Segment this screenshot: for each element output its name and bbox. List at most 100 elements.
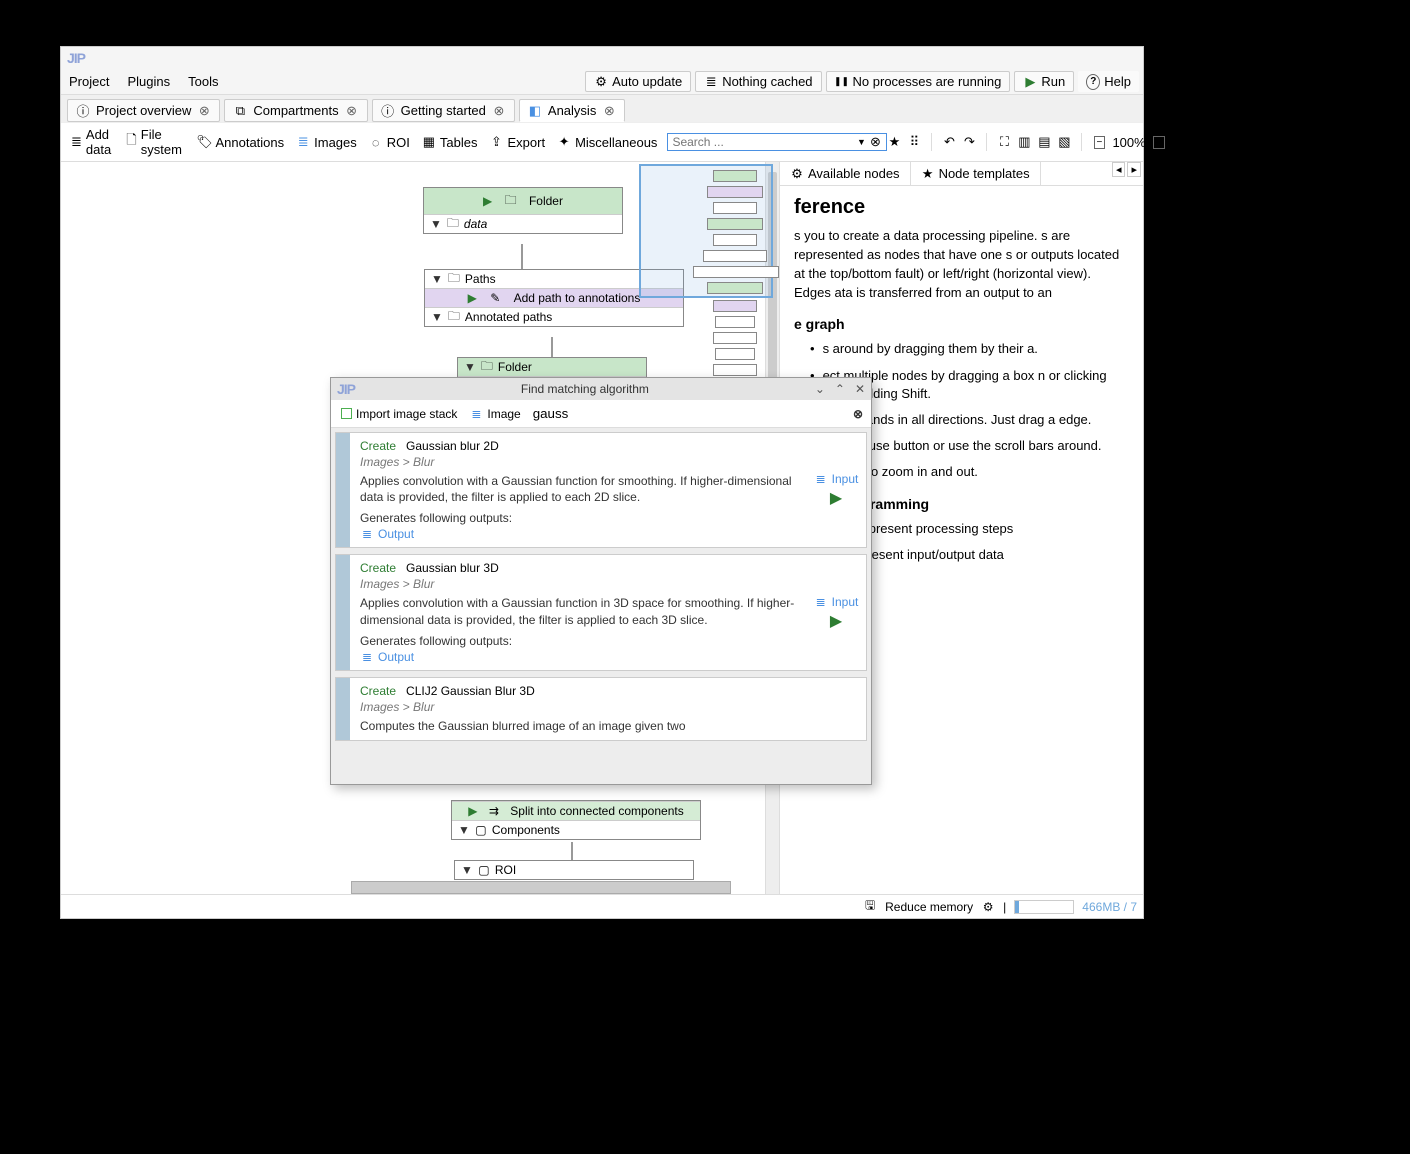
tab-node-templates[interactable]: Node templates <box>911 162 1041 185</box>
bookmark-icon[interactable] <box>887 135 901 149</box>
align-icon[interactable] <box>1057 135 1071 149</box>
zoom-out-icon[interactable] <box>1092 135 1106 149</box>
file-icon <box>126 135 136 149</box>
reduce-memory-button[interactable]: Reduce memory <box>885 900 973 914</box>
menu-project[interactable]: Project <box>67 72 111 91</box>
close-icon[interactable] <box>602 104 616 118</box>
toolbar: Add data File system Annotations Images … <box>61 122 1143 162</box>
chevron-down-icon[interactable] <box>854 135 868 149</box>
export-button[interactable]: Export <box>483 133 551 152</box>
components-icon <box>474 823 488 837</box>
menu-tools[interactable]: Tools <box>186 72 220 91</box>
menu-plugins[interactable]: Plugins <box>125 72 172 91</box>
gear-icon <box>790 167 804 181</box>
scrollbar-horizontal[interactable] <box>351 881 731 894</box>
close-icon[interactable] <box>197 104 211 118</box>
result-item[interactable]: CreateCLIJ2 Gaussian Blur 3D Images > Bl… <box>335 677 867 741</box>
info-icon <box>76 104 90 118</box>
tab-project-overview[interactable]: Project overview <box>67 99 220 122</box>
chevron-up-icon[interactable]: ⌃ <box>835 382 845 396</box>
misc-icon <box>557 135 571 149</box>
popup-title: Find matching algorithm <box>355 382 815 396</box>
search-input[interactable] <box>672 135 854 149</box>
help-button[interactable]: Help <box>1078 71 1139 92</box>
tab-analysis[interactable]: Analysis <box>519 99 625 122</box>
folder-icon <box>447 272 461 286</box>
popup-results[interactable]: CreateGaussian blur 2D Images > Blur App… <box>331 428 871 784</box>
zoom-in-icon[interactable] <box>1152 135 1166 149</box>
compartments-icon <box>233 104 247 118</box>
tag-icon <box>197 135 211 149</box>
insert-arrow-icon[interactable]: ▶ <box>830 611 842 631</box>
chip-image[interactable]: Image <box>465 406 524 422</box>
align-icon[interactable] <box>1017 135 1031 149</box>
titlebar: JIP <box>61 47 1143 69</box>
layers-icon <box>360 527 374 541</box>
folder-icon <box>480 360 494 374</box>
star-icon <box>921 167 935 181</box>
add-data-button[interactable]: Add data <box>65 125 120 159</box>
close-icon[interactable] <box>345 104 359 118</box>
layers-icon <box>814 472 828 486</box>
gear-icon[interactable] <box>981 900 995 914</box>
layers-icon <box>814 595 828 609</box>
info-icon <box>381 104 395 118</box>
analysis-icon <box>528 104 542 118</box>
popup-logo: JIP <box>337 381 355 397</box>
reference-text: s you to create a data processing pipeli… <box>794 227 1129 302</box>
popup-search-input[interactable] <box>529 404 847 423</box>
undo-icon[interactable] <box>942 135 956 149</box>
search-box[interactable] <box>667 133 887 151</box>
result-item[interactable]: CreateGaussian blur 2D Images > Blur App… <box>335 432 867 548</box>
chevron-down-icon[interactable]: ⌄ <box>815 382 825 396</box>
annotations-button[interactable]: Annotations <box>191 133 290 152</box>
graph-heading: e graph <box>794 316 1129 332</box>
reference-heading: ference <box>794 196 1129 219</box>
tables-button[interactable]: Tables <box>416 133 484 152</box>
cache-icon <box>704 75 718 89</box>
insert-arrow-icon[interactable]: ▶ <box>830 488 842 508</box>
tab-available-nodes[interactable]: Available nodes <box>780 162 911 185</box>
clear-icon[interactable] <box>868 135 882 149</box>
memory-text: 466MB / 7 <box>1082 900 1137 914</box>
tip-text: s around by dragging them by their a. <box>823 340 1038 358</box>
fit-icon[interactable] <box>997 135 1011 149</box>
find-algorithm-popup[interactable]: JIP Find matching algorithm ⌄ ⌃ ✕ Import… <box>330 377 872 785</box>
edit-icon <box>488 291 502 305</box>
roi-icon <box>477 863 491 877</box>
roi-button[interactable]: ROI <box>363 133 416 152</box>
tab-getting-started[interactable]: Getting started <box>372 99 515 122</box>
close-icon[interactable]: ✕ <box>855 382 865 396</box>
layers-icon <box>469 407 483 421</box>
nothing-cached-button[interactable]: Nothing cached <box>695 71 821 92</box>
auto-update-button[interactable]: Auto update <box>585 71 691 92</box>
miscellaneous-button[interactable]: Miscellaneous <box>551 133 663 152</box>
no-processes-button[interactable]: No processes are running <box>826 71 1011 92</box>
pause-icon <box>835 75 849 89</box>
tab-compartments[interactable]: Compartments <box>224 99 367 122</box>
layers-icon <box>296 135 310 149</box>
close-icon[interactable] <box>492 104 506 118</box>
clear-icon[interactable] <box>851 407 865 421</box>
file-system-button[interactable]: File system <box>120 125 191 159</box>
images-button[interactable]: Images <box>290 133 363 152</box>
play-icon <box>1023 75 1037 89</box>
nav-next-icon[interactable]: ▸ <box>1127 162 1141 177</box>
redo-icon[interactable] <box>962 135 976 149</box>
layers-icon <box>360 650 374 664</box>
help-icon <box>1086 75 1100 89</box>
run-button[interactable]: Run <box>1014 71 1074 92</box>
node-roi[interactable]: ▼ROI <box>454 860 694 880</box>
chip-import-stack[interactable]: Import image stack <box>337 406 461 422</box>
app-logo: JIP <box>67 50 85 66</box>
nav-prev-icon[interactable]: ◂ <box>1112 162 1126 177</box>
minimap[interactable] <box>573 162 773 412</box>
grid-icon[interactable] <box>907 135 921 149</box>
align-icon[interactable] <box>1037 135 1051 149</box>
memory-bar <box>1014 900 1074 914</box>
folder-icon <box>447 310 461 324</box>
node-split[interactable]: ▶ ⇉ Split into connected components ▼Com… <box>451 800 701 840</box>
menubar: Project Plugins Tools Auto update Nothin… <box>61 69 1143 95</box>
result-item[interactable]: CreateGaussian blur 3D Images > Blur App… <box>335 554 867 670</box>
folder-icon <box>446 217 460 231</box>
